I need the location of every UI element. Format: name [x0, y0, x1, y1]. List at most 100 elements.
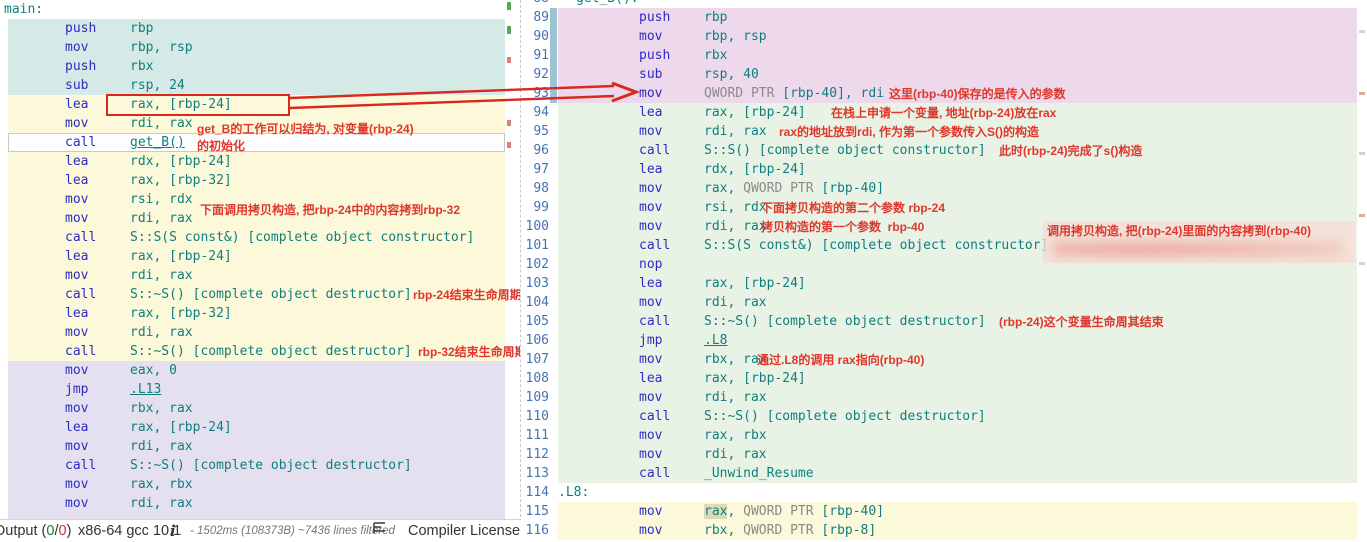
output-button[interactable]: Output (0/0)	[0, 520, 71, 542]
asm-row[interactable]: movrdi, rax	[0, 437, 520, 456]
line-number[interactable]: 98	[521, 179, 549, 198]
line-number[interactable]: 112	[521, 445, 549, 464]
asm-row[interactable]: learax, [rbp-32]	[0, 304, 520, 323]
asm-row[interactable]: 115movrax, QWORD PTR [rbp-40]	[521, 502, 1367, 521]
asm-row[interactable]: 116movrbx, QWORD PTR [rbp-8]	[521, 521, 1367, 540]
line-number[interactable]: 107	[521, 350, 549, 369]
operand: rax, [rbp-24]	[704, 103, 806, 122]
asm-row[interactable]: 106 jmp .L8	[521, 331, 1367, 350]
asm-row[interactable]: 111movrax, rbx	[521, 426, 1367, 445]
line-number[interactable]: 106	[521, 331, 549, 350]
asm-row[interactable]: 107movrbx, rax通过.L8的调用 rax指向(rbp-40)	[521, 350, 1367, 369]
asm-row[interactable]: movrdi, rax	[0, 494, 520, 513]
asm-row[interactable]: 98movrax, QWORD PTR [rbp-40]	[521, 179, 1367, 198]
asm-row[interactable]: callS::~S() [complete object destructor]…	[0, 285, 520, 304]
line-number[interactable]: 113	[521, 464, 549, 483]
operand-segment: rax, [rbp-24]	[130, 249, 232, 264]
asm-row[interactable]: main:	[0, 0, 520, 19]
asm-row[interactable]: 89pushrbp	[521, 8, 1367, 27]
operand: S::~S() [complete object destructor]	[130, 456, 412, 475]
mnemonic: lea	[65, 171, 88, 190]
asm-row[interactable]: callS::~S() [complete object destructor]	[0, 456, 520, 475]
asm-row[interactable]: movrdi, rax	[0, 266, 520, 285]
mnemonic: jmp	[639, 331, 662, 350]
operand-segment: rdi, rax	[130, 496, 193, 511]
line-number[interactable]: 92	[521, 65, 549, 84]
asm-row[interactable]: 114.L8:	[521, 483, 1367, 502]
asm-row[interactable]: movrax, rbx	[0, 475, 520, 494]
line-number[interactable]: 101	[521, 236, 549, 255]
line-number[interactable]: 93	[521, 84, 549, 103]
operand: QWORD PTR [rbp-40], rdi	[704, 84, 884, 103]
asm-row[interactable]: 91pushrbx	[521, 46, 1367, 65]
asm-row[interactable]: learax, [rbp-32]	[0, 171, 520, 190]
asm-link[interactable]: .L8	[704, 333, 727, 348]
asm-row[interactable]: 104movrdi, rax	[521, 293, 1367, 312]
operand-segment: S::~S() [complete object destructor]	[130, 344, 412, 359]
asm-row[interactable]: learax, [rbp-24]	[0, 247, 520, 266]
asm-row[interactable]: pushrbx	[0, 57, 520, 76]
asm-row[interactable]: 110callS::~S() [complete object destruct…	[521, 407, 1367, 426]
line-number[interactable]: 110	[521, 407, 549, 426]
asm-row[interactable]: 96callS::S() [complete object constructo…	[521, 141, 1367, 160]
compiler-license-link[interactable]: Compiler License	[408, 520, 520, 542]
line-number[interactable]: 97	[521, 160, 549, 179]
line-number[interactable]: 109	[521, 388, 549, 407]
line-number[interactable]: 99	[521, 198, 549, 217]
asm-row[interactable]: movrbx, rax	[0, 399, 520, 418]
line-number[interactable]: 100	[521, 217, 549, 236]
asm-row[interactable]: moveax, 0	[0, 361, 520, 380]
asm-row[interactable]: 97leardx, [rbp-24]	[521, 160, 1367, 179]
asm-row[interactable]: 95movrdi, raxrax的地址放到rdi, 作为第一个参数传入S()的构…	[521, 122, 1367, 141]
asm-row[interactable]: jmp.L13	[0, 380, 520, 399]
line-number[interactable]: 116	[521, 521, 549, 540]
line-number[interactable]: 102	[521, 255, 549, 274]
asm-row[interactable]: subrsp, 24	[0, 76, 520, 95]
operand-segment: S::~S() [complete object destructor]	[704, 409, 986, 424]
asm-row[interactable]: 105callS::~S() [complete object destruct…	[521, 312, 1367, 331]
asm-row[interactable]: 99movrsi, rdx下面拷贝构造的第二个参数 rbp-24	[521, 198, 1367, 217]
operand-segment: rax, rbx	[130, 477, 193, 492]
asm-row[interactable]: 94learax, [rbp-24]在栈上申请一个变量, 地址(rbp-24)放…	[521, 103, 1367, 122]
line-number[interactable]: 95	[521, 122, 549, 141]
compiler-name[interactable]: x86-64 gcc 10.1	[78, 520, 181, 542]
operand-segment: rbp	[704, 10, 727, 25]
info-icon[interactable]: i	[170, 520, 176, 542]
line-number[interactable]: 90	[521, 27, 549, 46]
asm-row[interactable]: 108learax, [rbp-24]	[521, 369, 1367, 388]
asm-row[interactable]: 90movrbp, rsp	[521, 27, 1367, 46]
asm-row[interactable]: 109movrdi, rax	[521, 388, 1367, 407]
asm-row[interactable]: movrdi, rax	[0, 323, 520, 342]
line-number[interactable]: 108	[521, 369, 549, 388]
asm-row[interactable]: 103learax, [rbp-24]	[521, 274, 1367, 293]
line-number[interactable]: 96	[521, 141, 549, 160]
asm-row[interactable]: movrbp, rsp	[0, 38, 520, 57]
asm-row[interactable]: 88get_B():	[521, 0, 1367, 8]
asm-row[interactable]: leardx, [rbp-24]	[0, 152, 520, 171]
line-number[interactable]: 111	[521, 426, 549, 445]
mnemonic: call	[65, 285, 96, 304]
line-number[interactable]: 88	[521, 0, 549, 8]
line-number[interactable]: 115	[521, 502, 549, 521]
asm-link[interactable]: get_B()	[130, 135, 185, 150]
line-number[interactable]: 114	[521, 483, 549, 502]
asm-row[interactable]: callS::~S() [complete object destructor]…	[0, 342, 520, 361]
asm-link[interactable]: .L13	[130, 382, 161, 397]
asm-row[interactable]: 93movQWORD PTR [rbp-40], rdi这里(rbp-40)保存…	[521, 84, 1367, 103]
line-number[interactable]: 103	[521, 274, 549, 293]
line-number[interactable]: 94	[521, 103, 549, 122]
asm-row[interactable]: 112movrdi, rax	[521, 445, 1367, 464]
asm-row[interactable]: callS::S(S const&) [complete object cons…	[0, 228, 520, 247]
mnemonic: lea	[639, 369, 662, 388]
operand-segment: rbx	[130, 59, 153, 74]
asm-row[interactable]: 92subrsp, 40	[521, 65, 1367, 84]
line-number[interactable]: 91	[521, 46, 549, 65]
line-number[interactable]: 89	[521, 8, 549, 27]
operand: rsp, 24	[130, 76, 185, 95]
asm-row[interactable]: learax, [rbp-24]	[0, 418, 520, 437]
line-number[interactable]: 105	[521, 312, 549, 331]
asm-row[interactable]: pushrbp	[0, 19, 520, 38]
line-number[interactable]: 104	[521, 293, 549, 312]
asm-row[interactable]: 113call_Unwind_Resume	[521, 464, 1367, 483]
output-lines-icon[interactable]	[372, 520, 387, 542]
